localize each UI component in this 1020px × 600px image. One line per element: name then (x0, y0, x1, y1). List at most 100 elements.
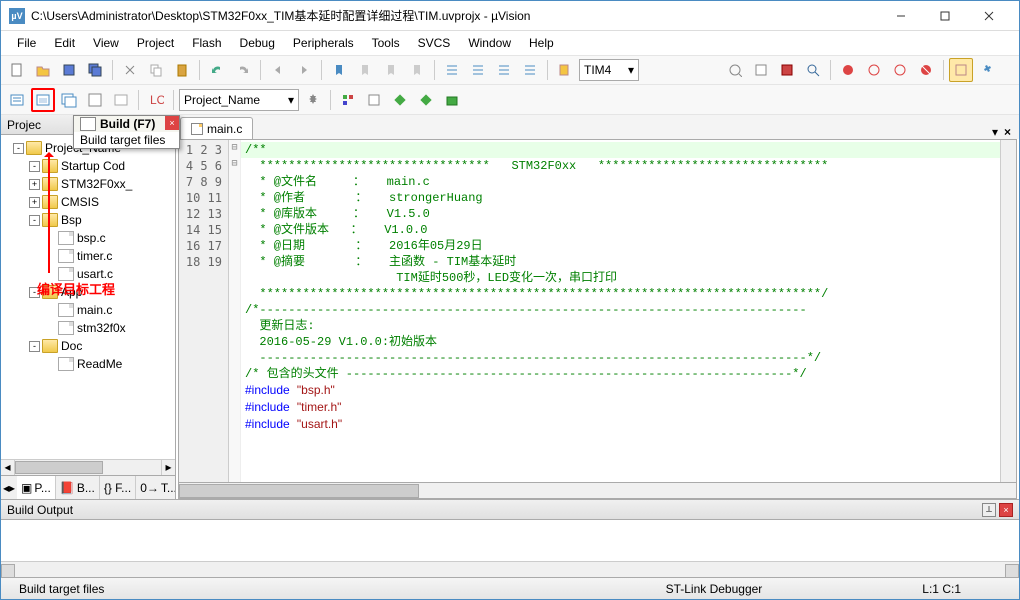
editor-hscroll[interactable] (178, 483, 1017, 499)
pack-button[interactable] (440, 88, 464, 112)
find-button[interactable] (801, 58, 825, 82)
translate-button[interactable] (5, 88, 29, 112)
tree-node[interactable]: -Doc (3, 337, 173, 355)
uncomment-button[interactable] (518, 58, 542, 82)
configure-button[interactable] (975, 58, 999, 82)
bp-kill-button[interactable] (914, 58, 938, 82)
tree-node[interactable]: -Startup Cod (3, 157, 173, 175)
bookmark-prev-button[interactable] (353, 58, 377, 82)
tree-node[interactable]: stm32f0x (3, 319, 173, 337)
tree-toggle[interactable]: - (29, 341, 40, 352)
project-tree[interactable]: 编译目标工程 -Project_Name-Startup Cod+STM32F0… (1, 135, 175, 459)
manage-button[interactable] (336, 88, 360, 112)
undo-button[interactable] (205, 58, 229, 82)
fold-column[interactable]: ⊟ ⊟ (229, 140, 241, 482)
open-button[interactable] (31, 58, 55, 82)
tooltip-close-icon[interactable]: × (165, 116, 179, 130)
menu-file[interactable]: File (9, 34, 44, 52)
folder-icon (42, 339, 58, 353)
tree-node[interactable]: timer.c (3, 247, 173, 265)
build-button[interactable] (31, 88, 55, 112)
tab-functions[interactable]: {} F... (100, 476, 136, 499)
menu-peripherals[interactable]: Peripherals (285, 34, 362, 52)
menu-debug[interactable]: Debug (232, 34, 283, 52)
tree-toggle[interactable]: - (29, 161, 40, 172)
build-output-header[interactable]: Build Output ⟂ × (1, 500, 1019, 520)
rte-button[interactable] (414, 88, 438, 112)
tree-toggle[interactable]: - (13, 143, 24, 154)
menu-edit[interactable]: Edit (46, 34, 83, 52)
tree-node[interactable]: +STM32F0xx_ (3, 175, 173, 193)
redo-button[interactable] (231, 58, 255, 82)
bookmark-toggle-button[interactable] (327, 58, 351, 82)
comment-button[interactable] (492, 58, 516, 82)
batch-build-button[interactable] (83, 88, 107, 112)
outdent-button[interactable] (466, 58, 490, 82)
tree-node[interactable]: ReadMe (3, 355, 173, 373)
tree-toggle[interactable]: + (29, 197, 40, 208)
save-all-button[interactable] (83, 58, 107, 82)
bookmark-next-button[interactable] (379, 58, 403, 82)
menu-help[interactable]: Help (521, 34, 562, 52)
build-pin-button[interactable]: ⟂ (982, 503, 996, 517)
tab-dropdown-button[interactable]: ▾ (992, 125, 998, 139)
tab-books[interactable]: 📕B... (56, 476, 100, 499)
maximize-button[interactable] (923, 2, 967, 30)
copy-button[interactable] (144, 58, 168, 82)
save-button[interactable] (57, 58, 81, 82)
menu-tools[interactable]: Tools (364, 34, 408, 52)
tree-node[interactable]: +CMSIS (3, 193, 173, 211)
books-button[interactable] (775, 58, 799, 82)
bp-enable-button[interactable] (862, 58, 886, 82)
code-view[interactable]: /** ******************************** STM… (241, 140, 1000, 482)
vertical-scrollbar[interactable] (1000, 140, 1016, 482)
tree-label: ReadMe (77, 357, 122, 371)
build-output-scroll[interactable] (1, 561, 1019, 577)
menu-svcs[interactable]: SVCS (410, 34, 459, 52)
tree-node[interactable]: -Bsp (3, 211, 173, 229)
editor-body[interactable]: 1 2 3 4 5 6 7 8 9 10 11 12 13 14 15 16 1… (178, 139, 1017, 483)
options-button[interactable] (749, 58, 773, 82)
target-options-button[interactable] (301, 88, 325, 112)
cut-button[interactable] (118, 58, 142, 82)
tab-scroll-left[interactable]: ◂▸ (1, 476, 17, 499)
editor-tab-main-c[interactable]: main.c (180, 117, 253, 139)
file-ext-button[interactable] (362, 88, 386, 112)
bp-disable-button[interactable] (888, 58, 912, 82)
download-button[interactable]: LOAD (144, 88, 168, 112)
close-button[interactable] (967, 2, 1011, 30)
build-close-button[interactable]: × (999, 503, 1013, 517)
target-select[interactable]: Project_Name▾ (179, 89, 299, 111)
tree-toggle[interactable]: + (29, 179, 40, 190)
tree-toggle[interactable]: - (29, 215, 40, 226)
search-combo[interactable]: TIM4▾ (579, 59, 639, 81)
menu-window[interactable]: Window (460, 34, 519, 52)
menu-flash[interactable]: Flash (184, 34, 229, 52)
tree-label: stm32f0x (77, 321, 126, 335)
window-layout-button[interactable] (949, 58, 973, 82)
tab-templates[interactable]: 0→T... (136, 476, 175, 499)
rebuild-button[interactable] (57, 88, 81, 112)
debug-button[interactable] (723, 58, 747, 82)
stop-build-button[interactable] (109, 88, 133, 112)
tree-hscroll[interactable]: ◂ ▸ (1, 459, 175, 475)
bookmark-clear-button[interactable] (405, 58, 429, 82)
bp-insert-button[interactable] (836, 58, 860, 82)
menu-project[interactable]: Project (129, 34, 182, 52)
tree-label: bsp.c (77, 231, 106, 245)
editor-close-button[interactable]: × (1004, 125, 1011, 139)
build-output-body[interactable] (1, 520, 1019, 561)
find-in-files-button[interactable] (553, 58, 577, 82)
nav-fwd-button[interactable] (292, 58, 316, 82)
tree-node[interactable]: bsp.c (3, 229, 173, 247)
tree-node[interactable]: main.c (3, 301, 173, 319)
indent-button[interactable] (440, 58, 464, 82)
menu-view[interactable]: View (85, 34, 127, 52)
annotation-arrow (48, 153, 50, 273)
minimize-button[interactable] (879, 2, 923, 30)
paste-button[interactable] (170, 58, 194, 82)
pack-install-button[interactable] (388, 88, 412, 112)
new-file-button[interactable] (5, 58, 29, 82)
tab-project[interactable]: ▣P... (17, 476, 56, 499)
nav-back-button[interactable] (266, 58, 290, 82)
